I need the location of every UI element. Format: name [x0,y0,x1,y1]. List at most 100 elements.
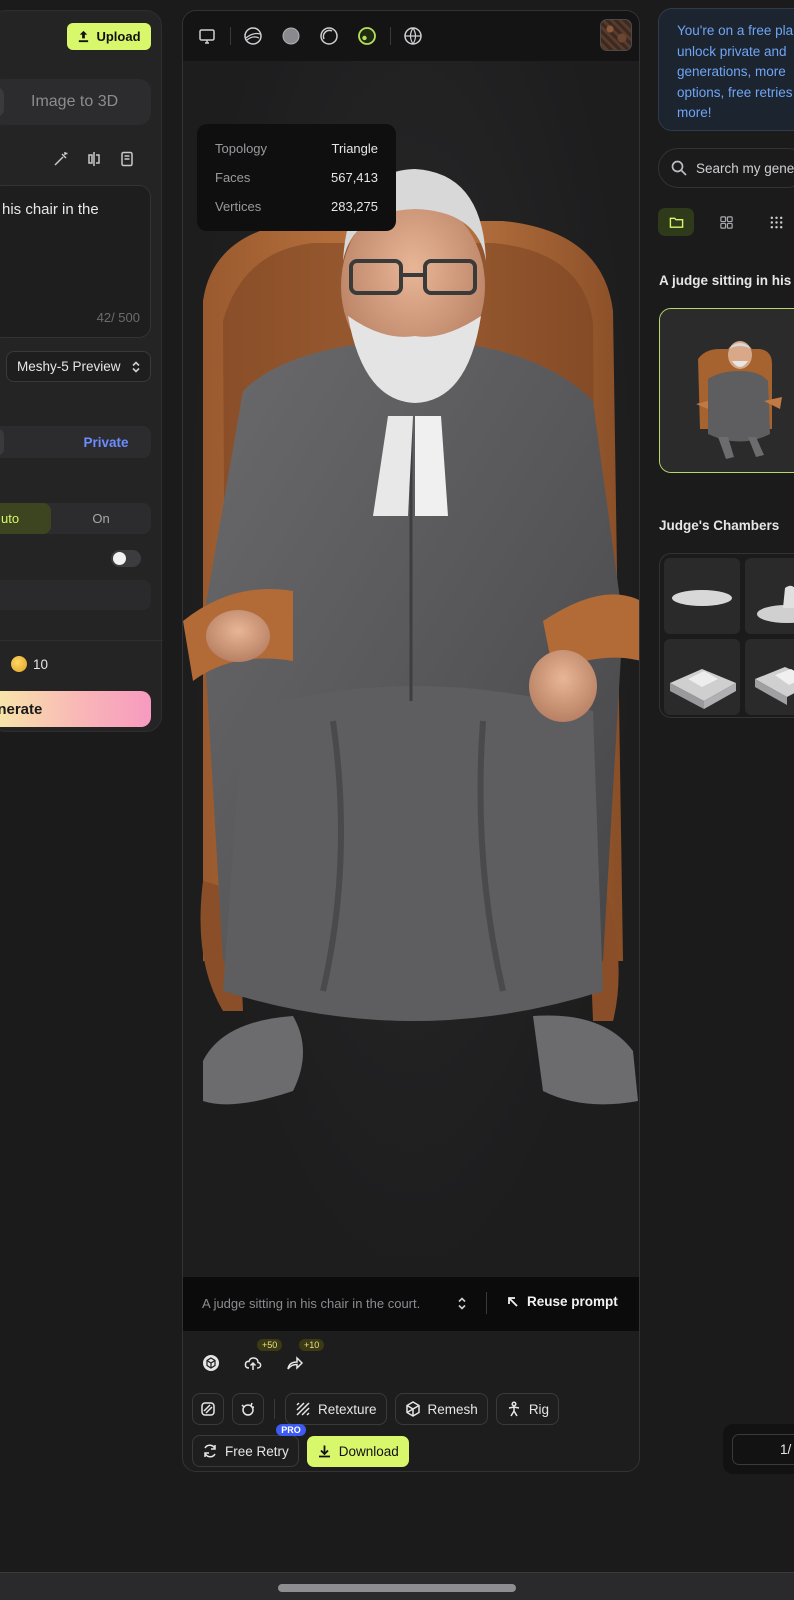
room-model-thumbnail [670,669,736,709]
option-auto[interactable]: uto [0,503,51,534]
reuse-prompt-button[interactable]: Reuse prompt [507,1294,618,1309]
visibility-toggle: Private [0,426,151,458]
collection-grid [659,553,794,718]
collection-item[interactable] [745,558,794,634]
symmetry-toggle: uto On [0,503,151,534]
char-count: 42/ 500 [96,310,140,325]
mode-tabs: Image to 3D [0,79,151,125]
free-retry-button[interactable]: Free Retry PRO [192,1424,306,1467]
divider [0,640,163,641]
option-field[interactable] [0,580,151,610]
clay-shading-icon[interactable] [280,25,302,47]
monitor-icon[interactable] [196,25,218,47]
free-retry-label: Free Retry [225,1443,289,1459]
wireframe-shading-icon[interactable] [242,25,264,47]
judge-model-render [183,169,639,1105]
generate-button[interactable]: enerate [0,691,151,727]
home-indicator[interactable] [278,1584,516,1592]
collection-item[interactable] [745,639,794,715]
outline-shading-icon[interactable] [318,25,340,47]
folder-view-button[interactable] [658,208,694,236]
prompt-text: his chair in the [2,201,99,218]
stat-label: Topology [215,141,268,156]
credit-value: 10 [33,656,49,672]
chevron-updown-icon [131,360,140,373]
model-select-label: Meshy-5 Preview [17,359,121,374]
share-button[interactable]: +10 [285,1339,325,1373]
download-label: Download [338,1443,399,1459]
room-model-thumbnail [755,667,794,705]
quick-actions: +50 +10 [201,1339,325,1373]
visibility-public[interactable] [0,429,4,455]
upload-button[interactable]: Upload [67,23,151,50]
stat-row-vertices: Vertices 283,275 [215,192,378,221]
collection-item[interactable] [664,639,740,715]
figure-on-base-thumbnail [757,585,794,623]
rig-button[interactable]: Rig [495,1393,560,1425]
remesh-label: Remesh [427,1401,478,1417]
pagination: 1/ [723,1424,794,1474]
grid-view-button[interactable] [708,208,744,236]
upload-bonus-badge: +50 [257,1339,283,1351]
texture-thumbnail[interactable] [600,19,632,51]
model-stage[interactable]: Topology Triangle Faces 567,413 Vertices… [183,61,639,1289]
visibility-private[interactable]: Private [61,426,151,458]
retexture-button[interactable]: Retexture [285,1393,387,1425]
promo-line: unlock private and [677,43,787,59]
rig-label: Rig [528,1401,550,1417]
search-input[interactable]: Search my gene [658,148,794,188]
retexture-label: Retexture [318,1401,377,1417]
free-plan-banner[interactable]: You're on a free pla unlock private and … [658,8,794,131]
share-arrow-icon [287,1356,304,1370]
recent-model-title: A judge sitting in his c [659,273,794,288]
generation-panel: Upload Image to 3D his chair in the 42/ … [0,10,163,732]
stat-label: Faces [215,170,251,185]
promo-line: You're on a free pla [677,23,794,38]
recent-model-card[interactable] [659,308,794,473]
upload-icon [79,30,89,43]
dots-grid-icon [770,216,782,228]
search-placeholder: Search my gene [696,160,794,176]
coin-icon [11,656,27,672]
animate-button[interactable] [232,1393,264,1425]
book-icon[interactable] [117,149,137,169]
stat-value: 283,275 [331,199,378,214]
view-toggle [658,208,794,236]
upload-cloud-button[interactable]: +50 [243,1339,283,1373]
mesh-stats-card: Topology Triangle Faces 567,413 Vertices… [197,124,396,231]
download-button[interactable]: Download [306,1435,409,1467]
textured-shading-icon[interactable] [356,25,378,47]
cloud-upload-icon [244,1357,262,1370]
retexture-icon [296,1402,310,1416]
promo-line: more! [677,105,712,120]
stat-row-faces: Faces 567,413 [215,163,378,192]
option-on[interactable]: On [51,503,151,534]
tab-text-to-3d[interactable] [0,87,4,117]
prompt-textarea[interactable]: his chair in the 42/ 500 [0,185,151,338]
collection-item[interactable] [664,558,740,634]
promo-line: generations, more [677,64,786,79]
stat-row-topology: Topology Triangle [215,134,378,163]
texture-paint-button[interactable] [192,1393,224,1425]
prompt-tools [51,149,137,169]
remesh-button[interactable]: Remesh [394,1393,488,1425]
stat-value: 567,413 [331,170,378,185]
split-view-icon[interactable] [84,149,104,169]
environment-globe-icon[interactable] [402,25,424,47]
dense-grid-view-button[interactable] [758,208,794,236]
stat-value: Triangle [331,141,378,156]
credit-cost: 10 [11,656,48,672]
model-select[interactable]: Meshy-5 Preview [6,351,151,382]
upload-label: Upload [96,29,141,44]
toolbar-separator [390,27,391,45]
magic-wand-icon[interactable] [51,149,71,169]
primary-actions: Free Retry PRO Download [192,1424,409,1467]
tab-image-to-3d[interactable]: Image to 3D [31,79,141,125]
chevron-updown-icon[interactable] [456,1296,468,1311]
model-thumbnail [660,309,794,472]
setting-switch[interactable] [111,550,141,567]
model-cube-button[interactable] [201,1353,221,1373]
page-input[interactable]: 1/ [732,1434,794,1465]
model-viewer: Topology Triangle Faces 567,413 Vertices… [182,10,640,1472]
divider [486,1292,487,1314]
